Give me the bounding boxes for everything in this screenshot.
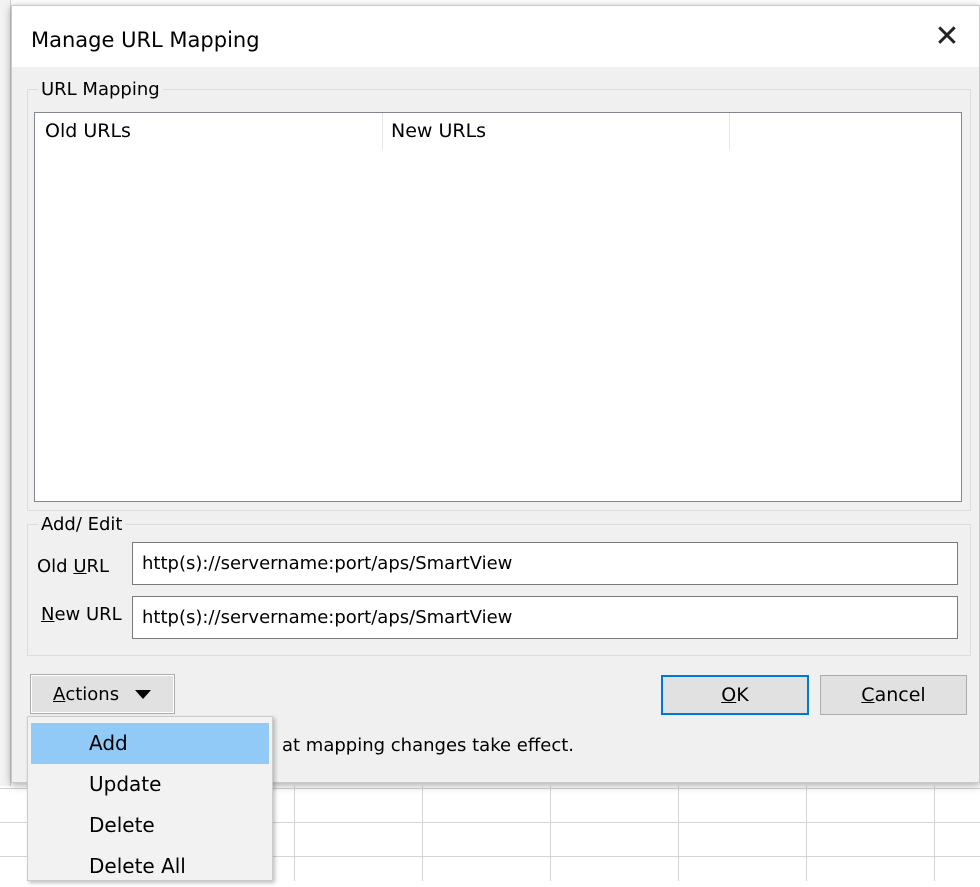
new-url-input[interactable] [132, 596, 958, 639]
menu-item-delete[interactable]: Delete [31, 805, 269, 846]
dialog-title: Manage URL Mapping [31, 28, 260, 52]
column-header-old-urls[interactable]: Old URLs [35, 113, 383, 150]
new-url-label: New URL [41, 604, 122, 625]
ok-button[interactable]: OK [661, 675, 809, 715]
close-icon: ✕ [934, 19, 960, 54]
url-mapping-legend: URL Mapping [41, 79, 160, 100]
old-url-label: Old URL [37, 556, 110, 577]
actions-dropdown-button[interactable]: Actions [30, 674, 175, 714]
manage-url-mapping-dialog: Manage URL Mapping ✕ URL Mapping Old URL… [11, 5, 980, 783]
dialog-titlebar: Manage URL Mapping ✕ [12, 6, 979, 67]
cancel-button[interactable]: Cancel [820, 675, 967, 715]
caret-down-icon [135, 689, 152, 699]
actions-menu: Add Update Delete Delete All [27, 716, 273, 881]
spreadsheet-edge [0, 0, 11, 786]
menu-item-update[interactable]: Update [31, 764, 269, 805]
old-url-input[interactable] [132, 542, 958, 585]
url-mapping-list[interactable]: Old URLs New URLs [34, 112, 962, 502]
column-header-new-urls[interactable]: New URLs [383, 113, 730, 150]
close-button[interactable]: ✕ [915, 6, 979, 67]
add-edit-legend: Add/ Edit [41, 514, 123, 535]
menu-item-add[interactable]: Add [31, 723, 269, 764]
restart-note: at mapping changes take effect. [282, 735, 575, 756]
